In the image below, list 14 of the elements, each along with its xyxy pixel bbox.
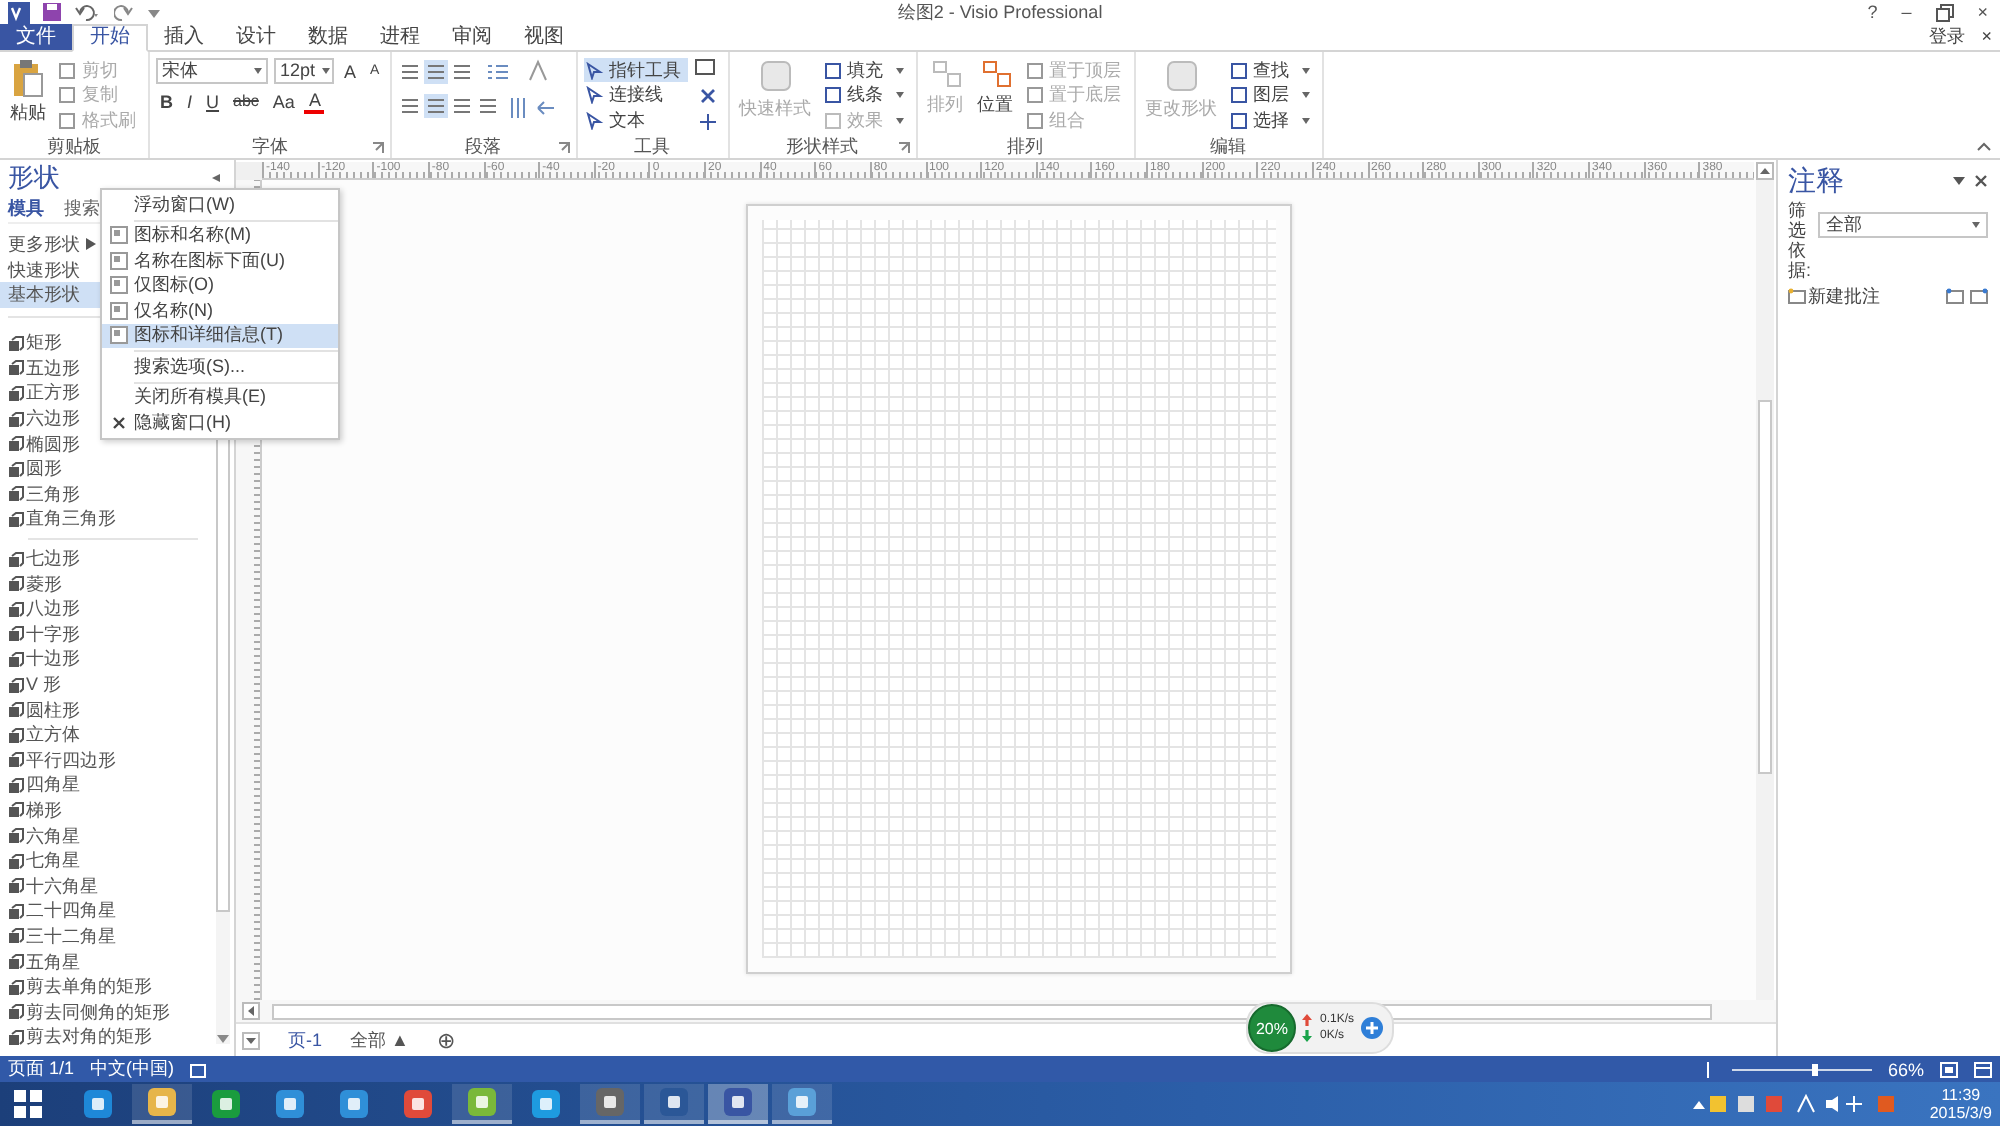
group-label: 剪贴板 (47, 134, 101, 160)
group-label: 编辑 (1210, 134, 1247, 160)
window-title: 绘图2 - Visio Professional (897, 0, 1103, 25)
language-status: 中文(中国) (90, 1056, 175, 1082)
group-label: 工具 (634, 134, 671, 160)
filter-label: 筛选依据: (1788, 202, 1806, 282)
panel-title: 注释 (1788, 163, 1844, 199)
panel-title: 形状 (8, 159, 60, 195)
usage-percent: 20% (1248, 1004, 1296, 1052)
group-label: 段落 (465, 134, 502, 160)
group-label: 排列 (1007, 134, 1044, 160)
page-number-status: 页面 1/1 (8, 1056, 75, 1082)
group-label: 形状样式 (786, 134, 859, 160)
group-label: 字体 (251, 134, 288, 160)
